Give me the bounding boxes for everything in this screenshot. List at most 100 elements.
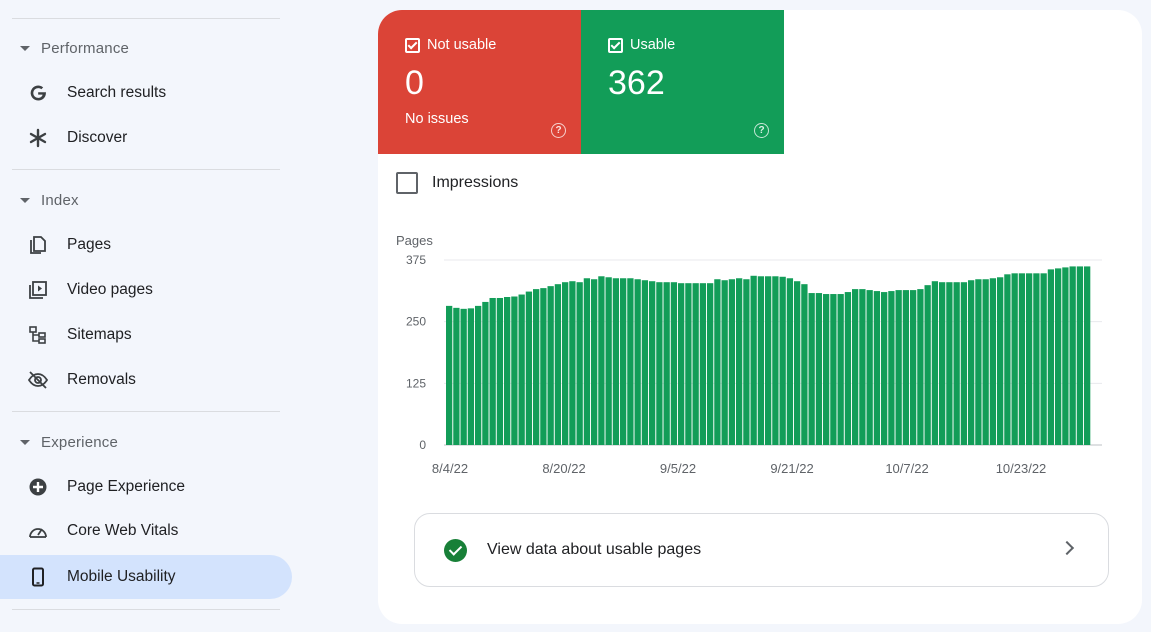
- sidebar-item-label: Discover: [67, 129, 128, 146]
- y-tick-label: 375: [406, 253, 426, 267]
- chart-bar: [692, 283, 699, 445]
- section-index[interactable]: Index: [0, 185, 79, 215]
- sidebar-item-video-pages[interactable]: Video pages: [0, 268, 292, 312]
- pages-chart: Pages 375 250 125 0 8/4/22 8/20/22 9/5/22 9/21/2…: [378, 220, 1142, 480]
- sidebar-item-page-experience[interactable]: Page Experience: [0, 465, 292, 509]
- sidebar-item-label: Sitemaps: [67, 326, 132, 343]
- chart-bar: [750, 275, 757, 445]
- section-performance[interactable]: Performance: [0, 33, 129, 63]
- chart-bar: [533, 289, 540, 445]
- impressions-toggle[interactable]: Impressions: [396, 172, 518, 194]
- chart-bar: [576, 282, 583, 445]
- divider: [12, 411, 280, 412]
- chart-bar: [707, 283, 714, 445]
- chart-bar: [728, 279, 736, 445]
- chart-bar: [1084, 266, 1091, 445]
- chart-bar: [873, 291, 881, 445]
- sidebar-item-mobile-usability[interactable]: Mobile Usability: [0, 555, 292, 599]
- help-icon[interactable]: ?: [551, 123, 566, 138]
- asterisk-icon: [27, 127, 49, 149]
- y-tick-label: 125: [406, 376, 426, 390]
- gauge-icon: [27, 520, 49, 542]
- not-usable-tile[interactable]: Not usable 0 No issues ?: [378, 10, 581, 154]
- chart-bar: [968, 280, 975, 445]
- chart-bar: [554, 284, 562, 445]
- check-circle-icon: [444, 539, 467, 562]
- chart-bar: [1076, 266, 1084, 445]
- help-icon[interactable]: ?: [754, 123, 769, 138]
- chart-bar: [649, 281, 656, 445]
- x-tick-label: 10/23/22: [996, 461, 1047, 476]
- chart-bar: [1018, 273, 1026, 445]
- x-tick-label: 8/4/22: [432, 461, 468, 476]
- chart-bar: [902, 290, 910, 445]
- chart-bar: [939, 282, 946, 445]
- chart-bar: [772, 276, 779, 445]
- checkbox-checked-icon[interactable]: [405, 37, 420, 53]
- caret-down-icon: [20, 197, 30, 203]
- checkbox-unchecked-icon[interactable]: [396, 172, 418, 194]
- tile-value: 0: [405, 64, 424, 102]
- chart-bar: [757, 276, 765, 445]
- usable-tile[interactable]: Usable 362 ?: [581, 10, 784, 154]
- chart-bar: [997, 277, 1004, 445]
- chart-bar: [736, 278, 743, 445]
- chart-bar: [685, 283, 692, 445]
- chart-bar: [569, 281, 576, 445]
- tile-title: Not usable: [405, 37, 496, 53]
- tile-label: Not usable: [427, 37, 497, 53]
- x-tick-label: 9/5/22: [660, 461, 696, 476]
- chart-bar: [931, 281, 939, 445]
- sidebar-item-pages[interactable]: Pages: [0, 223, 292, 267]
- x-tick-label: 8/20/22: [542, 461, 585, 476]
- y-tick-label: 250: [406, 315, 426, 329]
- divider: [12, 609, 280, 610]
- chart-bar: [627, 278, 634, 445]
- caret-down-icon: [20, 439, 30, 445]
- sidebar-item-discover[interactable]: Discover: [0, 116, 292, 160]
- chart-bar: [583, 278, 591, 445]
- chart-bar: [612, 278, 620, 445]
- tile-subtitle: No issues: [405, 111, 469, 127]
- tile-label: Usable: [630, 37, 676, 53]
- sidebar-item-search-results[interactable]: Search results: [0, 71, 292, 115]
- tile-title: Usable: [608, 37, 675, 53]
- chart-bar: [765, 276, 772, 445]
- chart-bar: [656, 282, 663, 445]
- section-experience[interactable]: Experience: [0, 427, 118, 457]
- divider: [12, 169, 280, 170]
- chart-bar: [634, 279, 641, 445]
- chart-bar: [960, 282, 968, 445]
- x-tick-label: 9/21/22: [770, 461, 813, 476]
- chevron-right-icon: [1059, 540, 1075, 556]
- eye-off-icon: [27, 369, 49, 391]
- chart-bar: [946, 282, 953, 445]
- view-usable-pages-button[interactable]: View data about usable pages: [414, 513, 1109, 587]
- chart-bar: [591, 279, 598, 445]
- smartphone-icon: [27, 566, 49, 588]
- chart-bar: [953, 282, 960, 445]
- chart-bar: [830, 294, 837, 445]
- sidebar-item-label: Video pages: [67, 281, 153, 298]
- y-tick-label: 0: [419, 438, 426, 452]
- chart-bar: [663, 282, 670, 445]
- chart-bar: [721, 280, 728, 445]
- checkbox-checked-icon[interactable]: [608, 37, 623, 53]
- chart-bar: [1026, 273, 1033, 445]
- chart-bar: [743, 279, 750, 445]
- chart-bar: [888, 291, 895, 445]
- sidebar-item-sitemaps[interactable]: Sitemaps: [0, 313, 292, 357]
- chart-bar: [496, 297, 504, 445]
- chart-bar: [982, 279, 989, 445]
- chart-bar: [678, 283, 685, 445]
- sidebar-nav: Performance Search results Discover Inde…: [0, 0, 300, 632]
- sidebar-item-core-web-vitals[interactable]: Core Web Vitals: [0, 509, 292, 553]
- divider: [12, 18, 280, 19]
- sidebar-item-label: Mobile Usability: [67, 568, 176, 585]
- chart-bar: [475, 305, 482, 445]
- sidebar-item-removals[interactable]: Removals: [0, 358, 292, 402]
- chart-bar: [844, 292, 852, 445]
- chart-bar: [910, 290, 917, 445]
- chart-bar: [859, 289, 866, 445]
- chart-bar: [699, 283, 707, 445]
